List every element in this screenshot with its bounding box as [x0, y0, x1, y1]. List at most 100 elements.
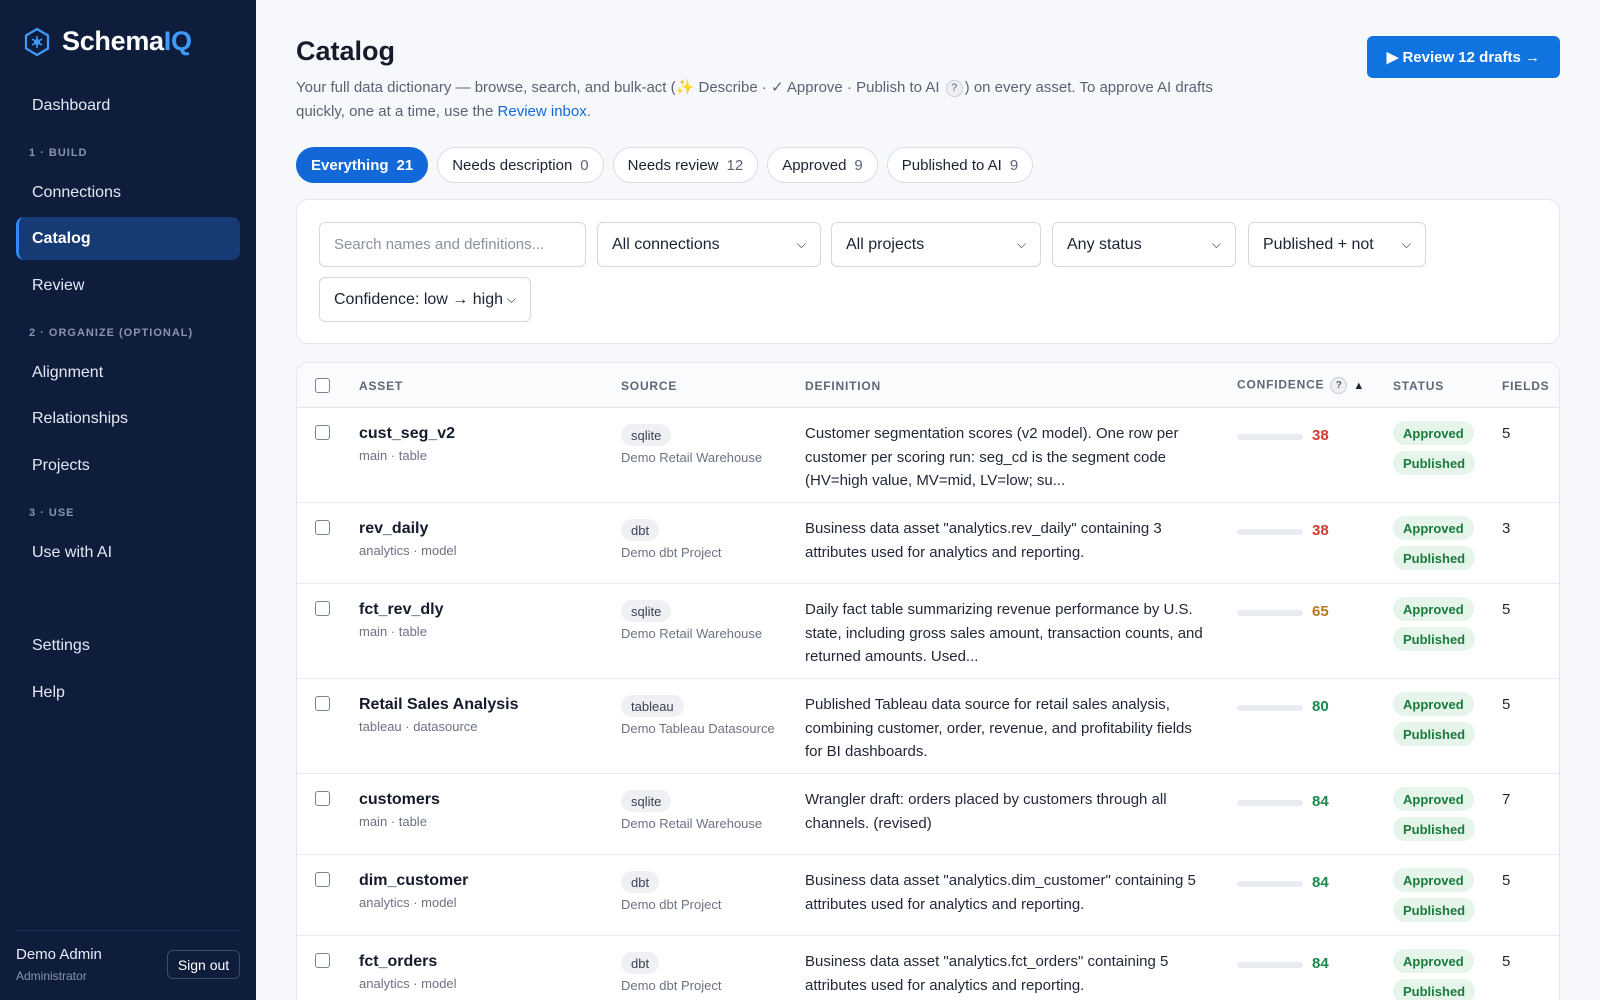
- column-fields[interactable]: FIELDS: [1502, 379, 1549, 393]
- review-drafts-button[interactable]: ▶ Review 12 drafts →: [1366, 36, 1560, 78]
- field-count: 5: [1502, 953, 1511, 970]
- asset-name[interactable]: fct_orders: [359, 953, 437, 971]
- connections-select[interactable]: All connections ⌵: [597, 222, 821, 267]
- confidence-sort-select[interactable]: Confidence: low → high ⌵: [319, 277, 531, 322]
- row-checkbox[interactable]: [315, 425, 330, 440]
- table-row[interactable]: cust_seg_v2 main · table sqlite Demo Retail…: [297, 408, 1559, 503]
- table-row[interactable]: customers main · table sqlite Demo Retail W…: [297, 774, 1559, 855]
- nav-section-organize: 2 · ORGANIZE (OPTIONAL): [29, 327, 194, 339]
- column-status[interactable]: STATUS: [1393, 379, 1444, 393]
- row-checkbox[interactable]: [315, 520, 330, 535]
- row-checkbox[interactable]: [315, 872, 330, 887]
- confidence-value: 38: [1312, 427, 1329, 444]
- asset-type: analytics · model: [359, 543, 457, 558]
- help-icon[interactable]: ?: [1330, 377, 1348, 394]
- confidence-bar: [1237, 610, 1303, 616]
- asset-type: analytics · model: [359, 895, 457, 910]
- status-badge-published: Published: [1393, 451, 1476, 475]
- sidebar-item-use-with-ai[interactable]: Use with AI: [16, 531, 240, 574]
- status-badge-approved: Approved: [1393, 597, 1474, 621]
- asset-definition: Business data asset "analytics.fct_order…: [805, 953, 1169, 994]
- source-name: Demo Retail Warehouse: [621, 450, 763, 465]
- asset-definition: Daily fact table summarizing revenue per…: [805, 601, 1203, 665]
- status-badge-published: Published: [1393, 627, 1476, 651]
- asset-definition: Published Tableau data source for retail…: [805, 696, 1192, 760]
- status-badge-published: Published: [1393, 817, 1476, 841]
- tab-published-to-ai[interactable]: Published to AI 9: [886, 147, 1034, 183]
- sidebar-item-relationships[interactable]: Relationships: [16, 397, 240, 440]
- projects-select[interactable]: All projects ⌵: [831, 222, 1041, 267]
- tab-everything[interactable]: Everything 21: [296, 147, 429, 183]
- asset-name[interactable]: dim_customer: [359, 872, 468, 890]
- published-select[interactable]: Published + not ⌵: [1248, 222, 1426, 267]
- status-badge-approved: Approved: [1393, 692, 1474, 716]
- column-definition[interactable]: DEFINITION: [805, 379, 881, 393]
- table-row[interactable]: rev_daily analytics · model dbt Demo dbt Pr…: [297, 503, 1559, 584]
- row-checkbox[interactable]: [315, 601, 330, 616]
- asset-name[interactable]: fct_rev_dly: [359, 601, 444, 619]
- sign-out-button[interactable]: Sign out: [167, 950, 240, 979]
- table-header: ASSET SOURCE DEFINITION CONFIDENCE? ▲ STA…: [297, 363, 1559, 408]
- column-confidence[interactable]: CONFIDENCE? ▲: [1237, 377, 1365, 394]
- asset-table: ASSET SOURCE DEFINITION CONFIDENCE? ▲ STA…: [296, 362, 1560, 1000]
- confidence-bar: [1237, 800, 1303, 806]
- sidebar-item-projects[interactable]: Projects: [16, 444, 240, 487]
- asset-name[interactable]: rev_daily: [359, 520, 428, 538]
- status-select[interactable]: Any status ⌵: [1052, 222, 1236, 267]
- asset-definition: Wrangler draft: orders placed by custome…: [805, 791, 1167, 832]
- row-checkbox[interactable]: [315, 953, 330, 968]
- asset-name[interactable]: cust_seg_v2: [359, 425, 455, 443]
- confidence-bar: [1237, 881, 1303, 887]
- field-count: 7: [1502, 791, 1511, 808]
- filter-tabs: Everything 21 Needs description 0 Needs re…: [296, 147, 1034, 183]
- chevron-down-icon: ⌵: [796, 237, 806, 251]
- asset-definition: Customer segmentation scores (v2 model).…: [805, 425, 1179, 489]
- tab-approved[interactable]: Approved 9: [767, 147, 878, 183]
- sidebar-item-review[interactable]: Review: [16, 264, 240, 307]
- help-icon[interactable]: ?: [945, 79, 963, 97]
- confidence-value: 80: [1312, 698, 1329, 715]
- status-badge-approved: Approved: [1393, 787, 1474, 811]
- asset-name[interactable]: Retail Sales Analysis: [359, 696, 519, 714]
- confidence-bar: [1237, 705, 1303, 711]
- status-badge-approved: Approved: [1393, 868, 1474, 892]
- table-row[interactable]: fct_orders analytics · model dbt Demo dbt P…: [297, 936, 1559, 1000]
- tab-needs-description[interactable]: Needs description 0: [437, 147, 604, 183]
- table-row[interactable]: Retail Sales Analysis tableau · datasourc…: [297, 679, 1559, 774]
- tab-needs-review[interactable]: Needs review 12: [612, 147, 759, 183]
- filter-panel: Search names and definitions... All conn…: [296, 199, 1560, 344]
- sort-ascending-icon: ▲: [1353, 379, 1366, 392]
- sidebar-item-help[interactable]: Help: [16, 671, 240, 714]
- sidebar-item-settings[interactable]: Settings: [16, 624, 240, 667]
- user-role: Administrator: [16, 969, 87, 983]
- user-name: Demo Admin: [16, 946, 102, 963]
- sidebar-item-connections[interactable]: Connections: [16, 171, 240, 214]
- review-inbox-link[interactable]: Review inbox: [498, 103, 587, 120]
- sidebar-item-catalog[interactable]: Catalog: [16, 217, 240, 260]
- confidence-value: 84: [1312, 874, 1329, 891]
- sidebar-item-alignment[interactable]: Alignment: [16, 351, 240, 394]
- source-type-badge: dbt: [621, 871, 660, 893]
- hexagon-logo-icon: [24, 27, 50, 56]
- select-all-checkbox[interactable]: [315, 378, 330, 393]
- sidebar-item-dashboard[interactable]: Dashboard: [16, 84, 240, 127]
- field-count: 3: [1502, 520, 1511, 537]
- source-name: Demo Tableau Datasource: [621, 721, 775, 736]
- source-name: Demo dbt Project: [621, 978, 722, 993]
- brand[interactable]: SchemaIQ: [22, 26, 192, 57]
- table-row[interactable]: dim_customer analytics · model dbt Demo dbt…: [297, 855, 1559, 936]
- asset-name[interactable]: customers: [359, 791, 440, 809]
- table-row[interactable]: fct_rev_dly main · table sqlite Demo Retail…: [297, 584, 1559, 679]
- column-asset[interactable]: ASSET: [359, 379, 403, 393]
- column-source[interactable]: SOURCE: [621, 379, 677, 393]
- chevron-down-icon: ⌵: [1016, 237, 1026, 251]
- row-checkbox[interactable]: [315, 791, 330, 806]
- source-type-badge: sqlite: [621, 424, 672, 446]
- field-count: 5: [1502, 872, 1511, 889]
- field-count: 5: [1502, 696, 1511, 713]
- confidence-value: 84: [1312, 793, 1329, 810]
- search-input[interactable]: Search names and definitions...: [319, 222, 586, 267]
- source-type-badge: sqlite: [621, 600, 672, 622]
- row-checkbox[interactable]: [315, 696, 330, 711]
- asset-type: main · table: [359, 624, 427, 639]
